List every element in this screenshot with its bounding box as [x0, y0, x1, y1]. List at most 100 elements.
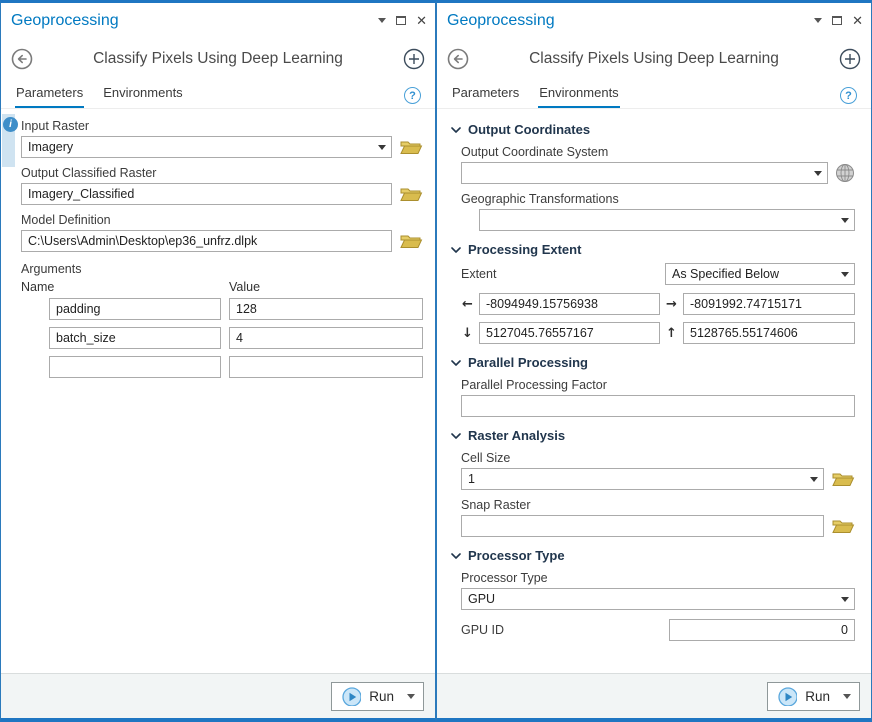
arg-value-input[interactable]: [229, 356, 423, 378]
argument-row: [21, 356, 423, 378]
section-title: Processor Type: [468, 548, 565, 563]
parallel-processing-factor-input[interactable]: [461, 395, 855, 417]
cell-size-browse-button[interactable]: [831, 469, 855, 489]
pane-footer: Run: [437, 673, 871, 718]
folder-icon: [399, 137, 423, 157]
output-raster-input[interactable]: [21, 183, 392, 205]
back-button[interactable]: [11, 48, 33, 70]
input-raster-combobox[interactable]: [21, 136, 392, 158]
cell-size-label: Cell Size: [461, 451, 855, 465]
arg-name-input[interactable]: [49, 298, 221, 320]
section-parallel-processing[interactable]: Parallel Processing: [451, 355, 855, 370]
chevron-down-icon: [451, 247, 461, 253]
maximize-icon[interactable]: [396, 16, 406, 25]
chevron-down-icon[interactable]: [814, 171, 822, 176]
arg-name-field[interactable]: [49, 356, 221, 378]
output-raster-browse-button[interactable]: [399, 184, 423, 204]
extent-label: Extent: [461, 267, 496, 281]
output-raster-field[interactable]: [21, 183, 392, 205]
cell-size-input[interactable]: [461, 468, 824, 490]
tab-environments[interactable]: Environments: [102, 85, 183, 108]
extent-xmin-field[interactable]: [479, 293, 660, 315]
arg-value-field[interactable]: [229, 356, 423, 378]
chevron-down-icon[interactable]: [841, 272, 849, 277]
tab-parameters[interactable]: Parameters: [15, 85, 84, 108]
extent-xmax-field[interactable]: [683, 293, 855, 315]
arg-name-input[interactable]: [49, 356, 221, 378]
pane-menu-icon[interactable]: [814, 18, 822, 23]
model-definition-browse-button[interactable]: [399, 231, 423, 251]
output-coordinate-system-input[interactable]: [461, 162, 828, 184]
extent-ymax-input[interactable]: [683, 322, 855, 344]
help-icon[interactable]: ?: [404, 87, 421, 104]
tab-environments[interactable]: Environments: [538, 85, 619, 108]
extent-mode-combobox[interactable]: [665, 263, 855, 285]
arg-value-input[interactable]: [229, 298, 423, 320]
tab-parameters[interactable]: Parameters: [451, 85, 520, 108]
add-to-model-button[interactable]: [403, 48, 425, 70]
extent-mode-input[interactable]: [665, 263, 855, 285]
run-button[interactable]: Run: [767, 682, 860, 711]
section-output-coordinates[interactable]: Output Coordinates: [451, 122, 855, 137]
geographic-transformations-input[interactable]: [479, 209, 855, 231]
extent-ymax-field[interactable]: [683, 322, 855, 344]
cell-size-combobox[interactable]: [461, 468, 824, 490]
output-coordinate-system-label: Output Coordinate System: [461, 145, 855, 159]
chevron-down-icon[interactable]: [810, 477, 818, 482]
snap-raster-input[interactable]: [461, 515, 824, 537]
processor-type-combobox[interactable]: [461, 588, 855, 610]
input-raster-browse-button[interactable]: [399, 137, 423, 157]
chevron-down-icon: [451, 360, 461, 366]
add-to-model-button[interactable]: [839, 48, 861, 70]
info-icon[interactable]: i: [3, 117, 18, 132]
arg-value-field[interactable]: [229, 327, 423, 349]
section-raster-analysis[interactable]: Raster Analysis: [451, 428, 855, 443]
parallel-processing-factor-field[interactable]: [461, 395, 855, 417]
section-processor-type[interactable]: Processor Type: [451, 548, 855, 563]
geographic-transformations-combobox[interactable]: [479, 209, 855, 231]
section-processing-extent[interactable]: Processing Extent: [451, 242, 855, 257]
geoprocessing-pane-environments: Geoprocessing ✕ Classify Pixels Using De…: [436, 0, 872, 722]
snap-raster-label: Snap Raster: [461, 498, 855, 512]
chevron-down-icon[interactable]: [378, 145, 386, 150]
arrow-down-icon: ↓: [461, 326, 474, 341]
close-icon[interactable]: ✕: [416, 14, 427, 27]
run-play-icon: [342, 687, 361, 706]
select-coordinate-system-button[interactable]: [835, 163, 855, 183]
run-options-caret-icon[interactable]: [843, 694, 851, 699]
extent-ymin-input[interactable]: [479, 322, 660, 344]
chevron-down-icon[interactable]: [841, 597, 849, 602]
maximize-icon[interactable]: [832, 16, 842, 25]
tab-bar: Parameters Environments ?: [1, 78, 435, 109]
arg-name-input[interactable]: [49, 327, 221, 349]
extent-ymin-field[interactable]: [479, 322, 660, 344]
snap-raster-browse-button[interactable]: [831, 516, 855, 536]
run-options-caret-icon[interactable]: [407, 694, 415, 699]
arg-name-field[interactable]: [49, 298, 221, 320]
extent-xmin-input[interactable]: [479, 293, 660, 315]
gpu-id-input[interactable]: [669, 619, 855, 641]
arrow-left-icon: ←: [461, 297, 474, 312]
back-arrow-icon: [11, 48, 33, 70]
arg-name-field[interactable]: [49, 327, 221, 349]
arg-value-field[interactable]: [229, 298, 423, 320]
gpu-id-field[interactable]: [669, 619, 855, 641]
arg-value-input[interactable]: [229, 327, 423, 349]
folder-icon: [831, 516, 855, 536]
help-icon[interactable]: ?: [840, 87, 857, 104]
arrow-right-icon: →: [665, 297, 678, 312]
close-icon[interactable]: ✕: [852, 14, 863, 27]
processor-type-input[interactable]: [461, 588, 855, 610]
chevron-down-icon[interactable]: [841, 218, 849, 223]
snap-raster-field[interactable]: [461, 515, 824, 537]
run-button[interactable]: Run: [331, 682, 424, 711]
pane-menu-icon[interactable]: [378, 18, 386, 23]
model-definition-input[interactable]: [21, 230, 392, 252]
argument-row: [21, 327, 423, 349]
output-coordinate-system-combobox[interactable]: [461, 162, 828, 184]
model-definition-field[interactable]: [21, 230, 392, 252]
back-button[interactable]: [447, 48, 469, 70]
arguments-headers: Name Value: [21, 280, 423, 294]
input-raster-input[interactable]: [21, 136, 392, 158]
extent-xmax-input[interactable]: [683, 293, 855, 315]
